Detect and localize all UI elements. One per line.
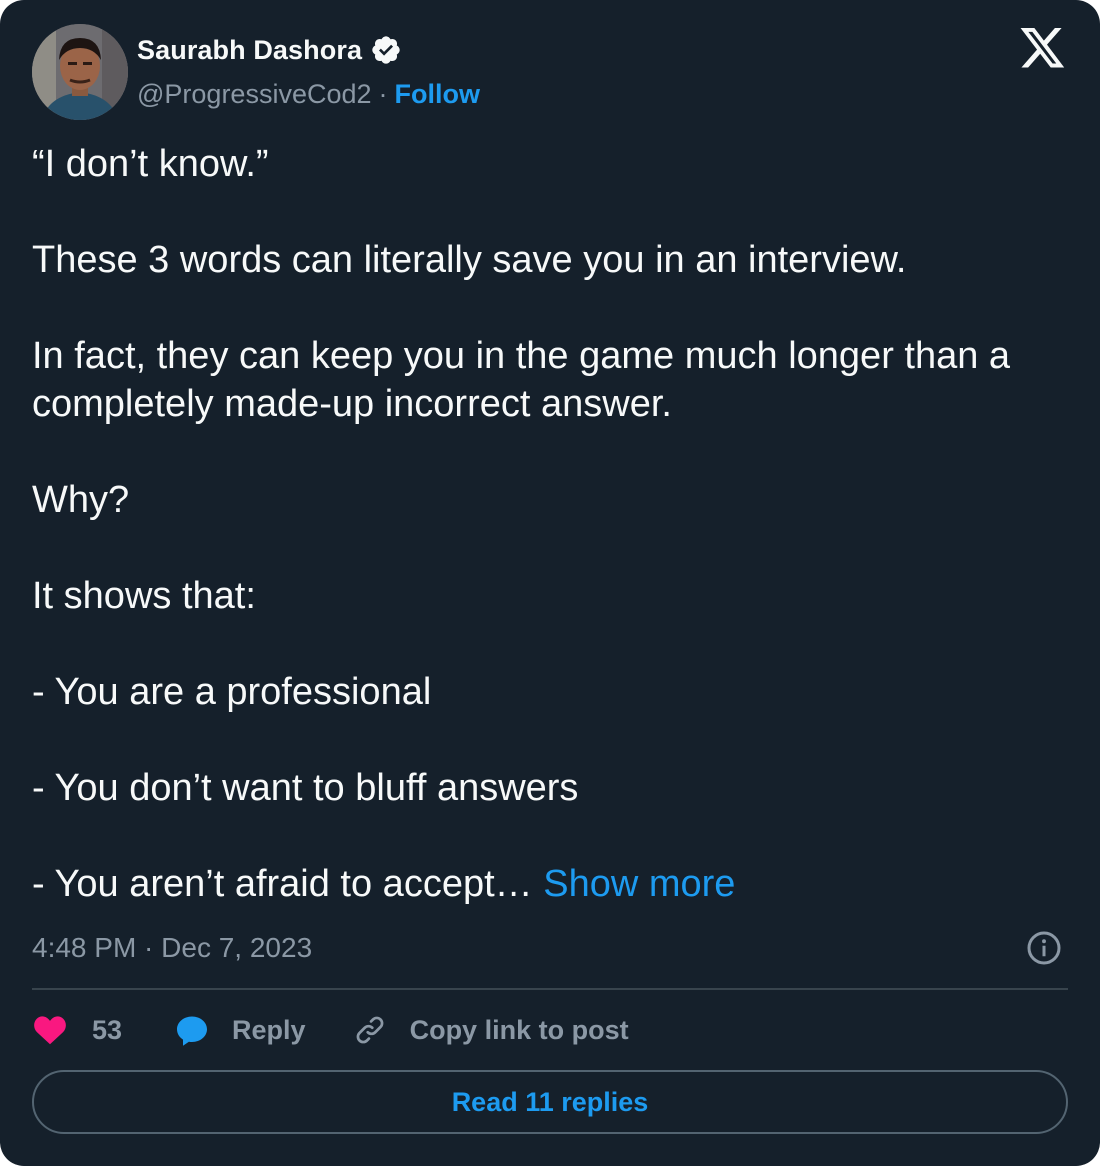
tweet-line: These 3 words can literally save you in … xyxy=(32,239,907,281)
tweet-line: Why? xyxy=(32,479,130,521)
read-replies-button[interactable]: Read 11 replies xyxy=(32,1070,1068,1134)
heart-icon xyxy=(34,1016,66,1045)
author-handle-row: @ProgressiveCod2 · Follow xyxy=(137,76,480,112)
author-name-row: Saurabh Dashora xyxy=(137,32,402,68)
tweet-last-line: - You aren’t afraid to accept… Show more xyxy=(32,860,1072,908)
tweet-line: In fact, they can keep you in the game m… xyxy=(32,335,1011,425)
x-logo-icon[interactable] xyxy=(1020,28,1066,70)
author-handle[interactable]: @ProgressiveCod2 xyxy=(137,79,372,110)
author-avatar[interactable] xyxy=(32,24,128,120)
tweet-embed-card: Saurabh Dashora @ProgressiveCod2 · Follo… xyxy=(0,0,1100,1166)
verified-badge-icon xyxy=(372,36,400,64)
tweet-text: “I don’t know.” These 3 words can litera… xyxy=(32,140,1072,908)
author-name[interactable]: Saurabh Dashora xyxy=(137,35,362,66)
reply-label: Reply xyxy=(232,1014,306,1045)
link-icon xyxy=(356,1016,383,1044)
tweet-line: It shows that: xyxy=(32,575,256,617)
tweet-line: - You are a professional xyxy=(32,671,432,713)
show-more-link[interactable]: Show more xyxy=(543,863,735,905)
like-button[interactable]: 53 xyxy=(32,1012,122,1048)
avatar-image xyxy=(32,24,128,120)
divider xyxy=(32,988,1068,990)
info-icon[interactable] xyxy=(1026,930,1062,966)
tweet-line-truncated: - You aren’t afraid to accept… xyxy=(32,863,533,905)
tweet-line: - You don’t want to bluff answers xyxy=(32,767,579,809)
copy-link-button[interactable]: Copy link to post xyxy=(352,1012,629,1048)
follow-button[interactable]: Follow xyxy=(395,79,480,110)
handle-separator: · xyxy=(378,78,388,109)
tweet-line: “I don’t know.” xyxy=(32,143,269,185)
reply-button[interactable]: Reply xyxy=(174,1012,306,1048)
reply-bubble-icon xyxy=(177,1016,208,1046)
like-count: 53 xyxy=(92,1014,123,1045)
action-bar: 53 Reply Copy link to post xyxy=(32,1008,629,1052)
copy-link-label: Copy link to post xyxy=(409,1014,629,1045)
tweet-timestamp[interactable]: 4:48 PM · Dec 7, 2023 xyxy=(32,928,312,968)
